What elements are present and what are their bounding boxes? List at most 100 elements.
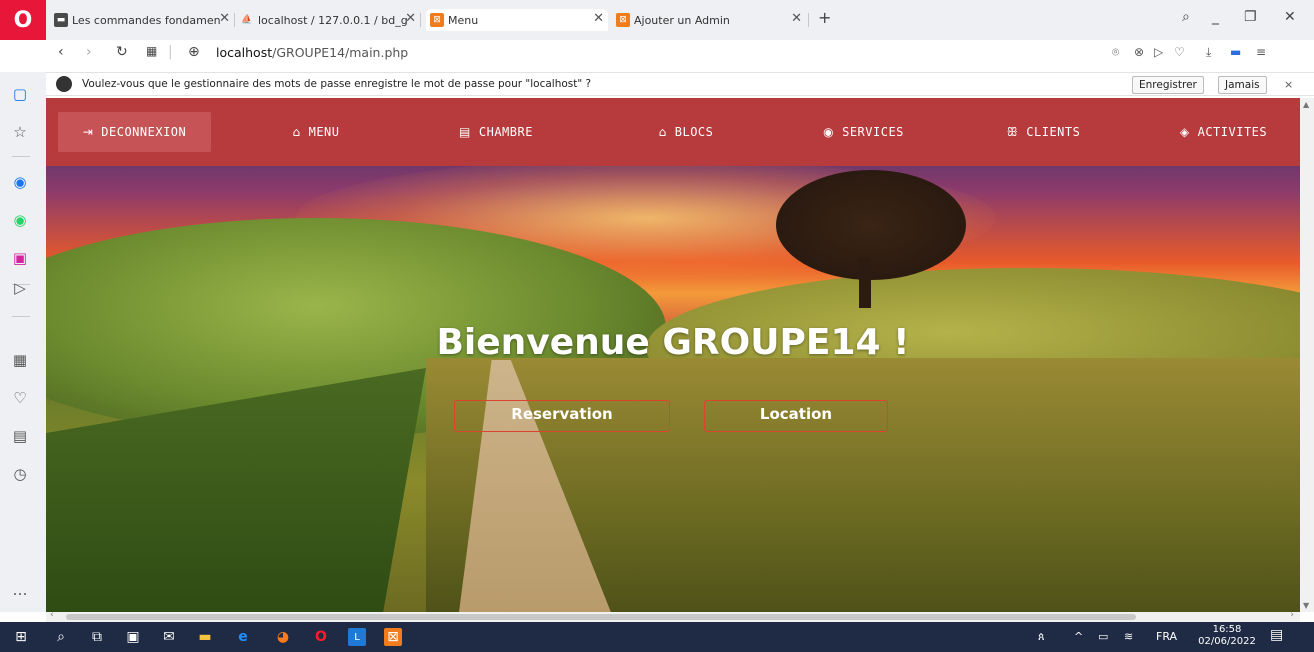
- instagram-icon[interactable]: ▣: [10, 248, 30, 268]
- download-icon[interactable]: ⤓: [1206, 45, 1211, 60]
- maximize-icon[interactable]: ❐: [1244, 9, 1257, 25]
- mail-icon[interactable]: ✉: [160, 628, 178, 646]
- document-icon: ▬: [54, 13, 68, 27]
- new-tab-icon[interactable]: +: [818, 8, 831, 27]
- snapshot-icon[interactable]: ⌾: [1112, 45, 1119, 60]
- nav-clients[interactable]: ꕥ CLIENTS: [986, 112, 1101, 152]
- reservation-button[interactable]: Reservation: [454, 400, 670, 432]
- more-icon[interactable]: …: [10, 580, 30, 600]
- battery-saver-icon[interactable]: ▬: [1230, 45, 1241, 59]
- close-tab-icon[interactable]: ✕: [791, 11, 802, 26]
- nav-menu[interactable]: ⌂ MENU: [261, 112, 371, 152]
- speed-dial-icon[interactable]: ▦: [10, 350, 30, 370]
- send-icon[interactable]: ▷: [1154, 45, 1163, 59]
- cube-icon: ◈: [1179, 125, 1190, 139]
- nav-blocs[interactable]: ⌂ BLOCS: [631, 112, 741, 152]
- search-tabs-icon[interactable]: ⌕: [1182, 9, 1190, 25]
- firefox-icon[interactable]: ◕: [274, 628, 292, 646]
- bed-icon: ▤: [459, 125, 471, 139]
- opera-icon[interactable]: O: [312, 628, 330, 646]
- services-icon: ◉: [823, 125, 835, 139]
- nav-label: MENU: [308, 125, 340, 139]
- clock-time: 16:58: [1212, 624, 1242, 635]
- web-page: ⇥ DECONNEXION ⌂ MENU ▤ CHAMBRE ⌂ BLOCS ◉…: [46, 98, 1300, 612]
- nav-label: DECONNEXION: [101, 125, 187, 139]
- home-icon: ⌂: [292, 125, 301, 139]
- easy-setup-icon[interactable]: ≡: [1256, 45, 1266, 59]
- building-icon: ⌂: [658, 125, 667, 139]
- wifi-icon[interactable]: ≋: [1124, 630, 1133, 643]
- url-field[interactable]: localhost/GROUPE14/main.php: [216, 45, 408, 60]
- lunar-client-icon[interactable]: L: [348, 628, 366, 646]
- bookmark-heart-icon[interactable]: ♡: [1174, 45, 1185, 59]
- file-explorer-icon[interactable]: ▬: [196, 628, 214, 646]
- search-icon[interactable]: ⌕: [52, 628, 70, 646]
- nav-label: CLIENTS: [1026, 125, 1081, 139]
- clock[interactable]: 16:58 02/06/2022: [1198, 624, 1256, 648]
- show-hidden-icons-icon[interactable]: ^: [1074, 630, 1083, 643]
- nav-label: SERVICES: [842, 125, 904, 139]
- reload-icon[interactable]: ↻: [116, 44, 128, 60]
- windows-start-icon[interactable]: ⊞: [12, 628, 30, 646]
- browser-sidebar: ▢ ☆ ◉ ◉ ▣ ▷ ▦ ♡ ▤ ◷ …: [0, 72, 46, 612]
- minimize-icon[interactable]: _: [1212, 9, 1219, 25]
- history-icon[interactable]: ◷: [10, 464, 30, 484]
- scroll-left-icon[interactable]: ‹: [50, 610, 54, 620]
- home-workspace-icon[interactable]: ▢: [10, 84, 30, 104]
- adblock-icon[interactable]: ⊗: [1134, 45, 1144, 59]
- vertical-scrollbar[interactable]: ▲ ▼: [1300, 98, 1314, 612]
- close-tab-icon[interactable]: ✕: [593, 11, 604, 26]
- tab-title: Menu: [448, 13, 479, 27]
- whatsapp-icon[interactable]: ◉: [10, 210, 30, 230]
- close-tab-icon[interactable]: ✕: [219, 11, 230, 26]
- tab-phpmyadmin[interactable]: ⛵ localhost / 127.0.0.1 / bd_g ✕: [240, 9, 416, 31]
- people-icon[interactable]: ጰ: [1038, 630, 1045, 644]
- xampp-icon: ⊠: [616, 13, 630, 27]
- reading-list-icon[interactable]: ▤: [10, 426, 30, 446]
- nav-services[interactable]: ◉ SERVICES: [801, 112, 926, 152]
- tree-illustration: [776, 170, 966, 280]
- scroll-right-icon[interactable]: ›: [1290, 610, 1294, 620]
- edge-icon[interactable]: e: [234, 628, 252, 646]
- back-icon[interactable]: ‹: [58, 44, 64, 60]
- scroll-thumb[interactable]: [66, 614, 1136, 620]
- site-info-icon[interactable]: ⊕: [188, 44, 200, 60]
- tab-menu[interactable]: ⊠ Menu ✕: [426, 9, 608, 31]
- nav-deconnexion[interactable]: ⇥ DECONNEXION: [58, 112, 211, 152]
- never-save-button[interactable]: Jamais: [1218, 76, 1267, 94]
- scroll-up-icon[interactable]: ▲: [1303, 100, 1309, 109]
- window-close-icon[interactable]: ✕: [1284, 9, 1296, 25]
- tab-title: Les commandes fondamen: [72, 13, 221, 27]
- windows-taskbar: ⊞ ⌕ ⧉ ▣ ✉ ▬ e ◕ O L ⊠ ጰ ^ ▭ ≋ FRA 16:58 …: [0, 622, 1314, 652]
- nav-label: BLOCS: [674, 125, 714, 139]
- url-host: localhost: [216, 45, 273, 60]
- close-icon[interactable]: ×: [1284, 78, 1293, 91]
- speed-dial-star-icon[interactable]: ☆: [10, 122, 30, 142]
- nav-activites[interactable]: ◈ ACTIVITES: [1161, 112, 1286, 152]
- task-view-icon[interactable]: ⧉: [88, 628, 106, 646]
- password-prompt-text: Voulez-vous que le gestionnaire des mots…: [82, 78, 592, 90]
- horizontal-scrollbar[interactable]: ‹ ›: [46, 610, 1300, 622]
- phpmyadmin-icon: ⛵: [241, 15, 253, 25]
- flow-icon[interactable]: ▷: [10, 278, 30, 298]
- notifications-icon[interactable]: ▤: [1270, 627, 1283, 643]
- xampp-icon[interactable]: ⊠: [384, 628, 402, 646]
- tabs-grid-icon[interactable]: ▦: [146, 44, 157, 58]
- close-tab-icon[interactable]: ✕: [405, 11, 416, 26]
- url-path: /GROUPE14/main.php: [272, 45, 409, 60]
- tab-commandes[interactable]: ▬ Les commandes fondamen ✕: [54, 9, 230, 31]
- save-password-button[interactable]: Enregistrer: [1132, 76, 1204, 94]
- tab-ajouter-admin[interactable]: ⊠ Ajouter un Admin ✕: [616, 9, 802, 31]
- location-button[interactable]: Location: [704, 400, 888, 432]
- scroll-down-icon[interactable]: ▼: [1303, 601, 1309, 610]
- bookmarks-heart-icon[interactable]: ♡: [10, 388, 30, 408]
- store-icon[interactable]: ▣: [124, 628, 142, 646]
- battery-icon[interactable]: ▭: [1098, 630, 1108, 643]
- messenger-icon[interactable]: ◉: [10, 172, 30, 192]
- language-indicator[interactable]: FRA: [1156, 630, 1177, 643]
- forward-icon[interactable]: ›: [86, 44, 92, 60]
- nav-chambre[interactable]: ▤ CHAMBRE: [436, 112, 556, 152]
- opera-logo-icon[interactable]: O: [0, 0, 46, 40]
- logout-icon: ⇥: [82, 125, 94, 139]
- xampp-icon: ⊠: [430, 13, 444, 27]
